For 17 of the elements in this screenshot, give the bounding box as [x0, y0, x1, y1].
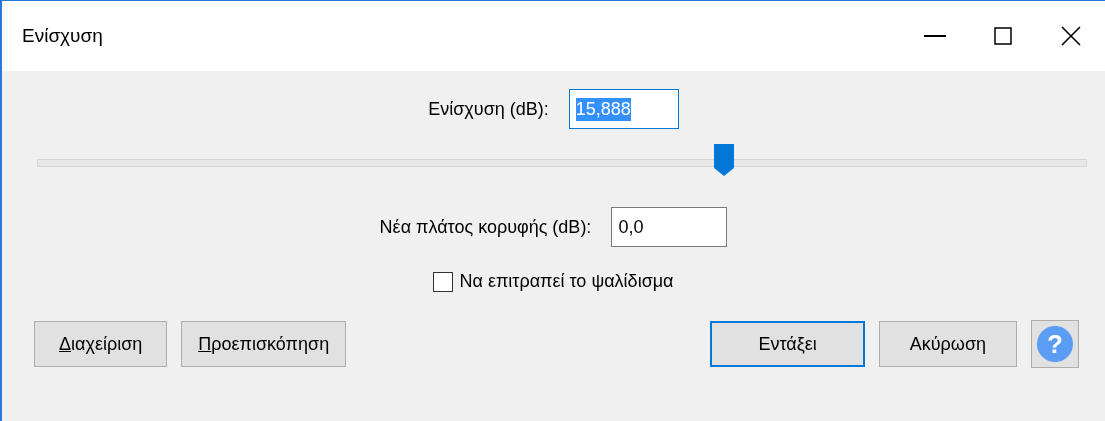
dialog-button[interactable]: Διαχείριση: [34, 321, 168, 367]
field-value: 0,0: [618, 215, 644, 239]
window-title: Ενίσχυση: [22, 25, 104, 47]
help-icon: ?: [1037, 326, 1073, 362]
minimize-icon: [924, 35, 946, 37]
dialog-button[interactable]: Ακύρωση: [878, 321, 1017, 367]
close-icon: [1061, 26, 1081, 46]
dialog-button[interactable]: Προεπισκόπηση: [181, 321, 347, 367]
maximize-icon: [994, 27, 1012, 45]
clipping-label: Να επιτραπεί το ψαλίδισμα: [459, 271, 674, 292]
peak-label: Νέα πλάτος κορυφής (dB):: [379, 216, 592, 238]
clipping-checkbox[interactable]: [433, 271, 454, 292]
field-value: 15,888: [575, 97, 631, 121]
dialog-button[interactable]: Εντάξει: [710, 321, 865, 367]
amplification-label: Ενίσχυση (dB):: [428, 98, 549, 120]
slider-thumb[interactable]: [712, 142, 737, 178]
peak-field[interactable]: 0,0: [611, 207, 728, 247]
